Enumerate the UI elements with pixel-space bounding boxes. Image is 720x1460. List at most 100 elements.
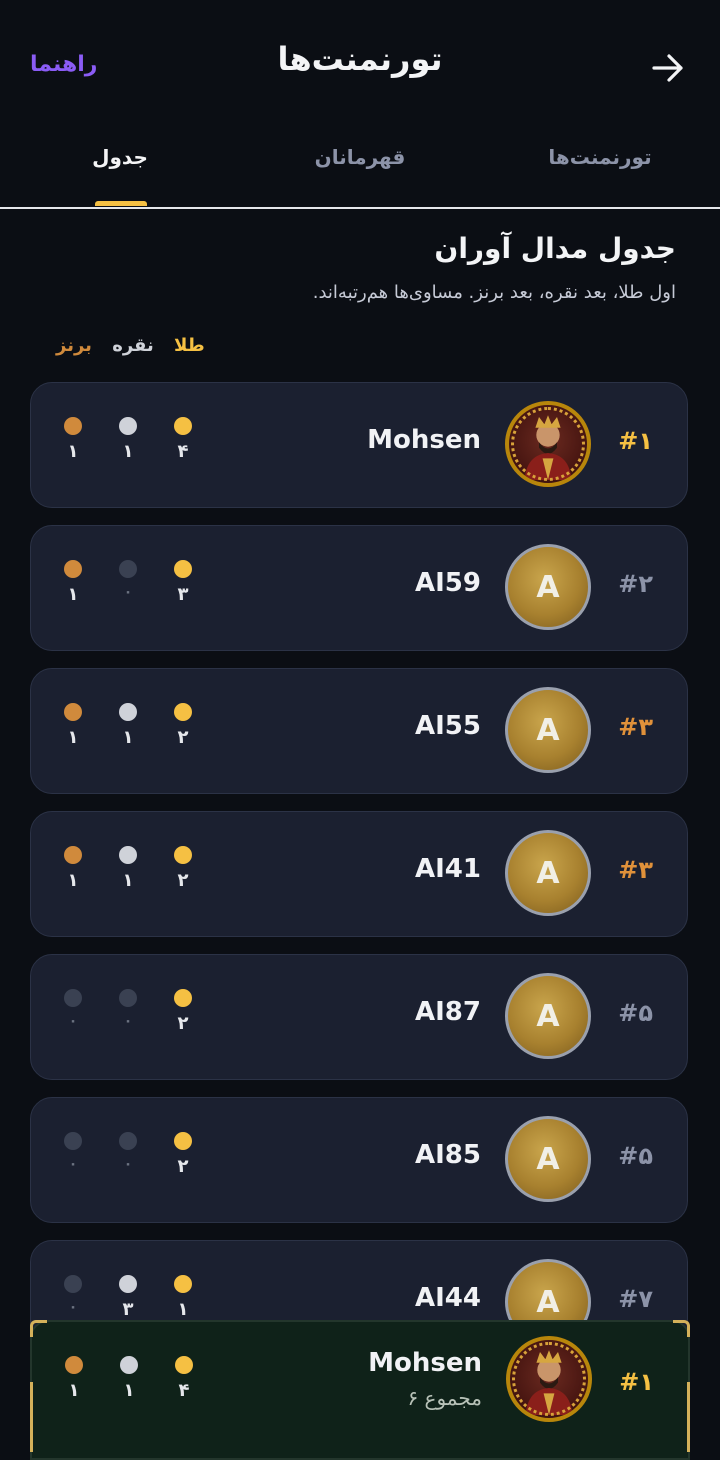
silver-medal-icon [119,703,137,721]
rank-label: #۳ [618,713,653,741]
leaderboard-row[interactable]: #۲ A AI59 ۱ ۰ ۳ [30,525,688,651]
silver-medal-icon [119,560,137,578]
gold-medal-icon [175,1356,193,1374]
silver-value: ۱ [122,727,134,748]
silver-count: ۱ [116,846,140,891]
silver-medal-icon [119,417,137,435]
gold-count: ۲ [171,703,195,748]
rank-label: #۱ [618,427,653,455]
avatar-letter: A [536,855,560,891]
medal-counts: ۱ ۱ ۲ [61,703,201,763]
section-subtitle: اول طلا، بعد نقره، بعد برنز. مساوی‌ها هم… [312,282,676,303]
leaderboard-row[interactable]: #۳ A AI55 ۱ ۱ ۲ [30,668,688,794]
bronze-value: ۱ [67,441,79,462]
silver-medal-icon [119,989,137,1007]
my-rank: #۱ [619,1368,654,1396]
gold-medal-icon [174,703,192,721]
bronze-medal-icon [64,1132,82,1150]
rank-label: #۵ [618,999,653,1027]
bronze-count: ۰ [61,989,85,1029]
player-name: AI41 [415,854,481,884]
legend-gold: طلا [174,335,205,356]
gold-count: ۴ [171,417,195,462]
frame-edge [30,1382,47,1452]
bronze-medal-icon [64,703,82,721]
gold-value: ۲ [177,1156,189,1177]
bronze-count: ۰ [61,1132,85,1172]
bronze-value: ۱ [67,584,79,605]
page-title: تورنمنت‌ها [277,40,443,78]
bronze-count: ۱ [61,703,85,748]
frame-corner [30,1320,47,1337]
silver-count: ۰ [116,560,140,600]
my-rank-card[interactable]: #۱ Mohsen مجموع ۶ ۱ ۱ ۴ [30,1320,690,1460]
my-avatar [506,1336,592,1422]
bronze-count: ۱ [61,560,85,605]
leaderboard-row[interactable]: #۱ Mohsen ۱ ۱ ۴ [30,382,688,508]
bronze-count: ۱ [61,417,85,462]
avatar-letter: A [536,712,560,748]
section-title: جدول مدال آوران [434,232,676,265]
avatar-letter: A [536,569,560,605]
leaderboard-row[interactable]: #۵ A AI87 ۰ ۰ ۲ [30,954,688,1080]
player-avatar: A [505,544,591,630]
bronze-count: ۱ [61,846,85,891]
leaderboard-row[interactable]: #۵ A AI85 ۰ ۰ ۲ [30,1097,688,1223]
silver-count: ۰ [116,1132,140,1172]
gold-value: ۲ [177,727,189,748]
silver-count: ۳ [116,1275,140,1320]
my-name: Mohsen [368,1348,482,1378]
gold-value: ۱ [177,1299,189,1320]
silver-count: ۱ [116,703,140,748]
bronze-medal-icon [65,1356,83,1374]
bronze-value: ۱ [67,727,79,748]
silver-value: ۳ [122,1299,134,1320]
bronze-count: ۱ [62,1356,86,1401]
back-arrow-icon[interactable] [650,50,686,86]
silver-value: ۱ [123,1380,135,1401]
gold-value: ۴ [178,1380,190,1401]
bronze-medal-icon [64,1275,82,1293]
player-name: AI59 [415,568,481,598]
gold-count: ۳ [171,560,195,605]
silver-value: ۰ [123,1013,133,1029]
bronze-medal-icon [64,989,82,1007]
avatar-letter: A [536,998,560,1034]
frame-edge [673,1382,690,1452]
rank-label: #۵ [618,1142,653,1170]
silver-count: ۱ [116,417,140,462]
player-name: AI87 [415,997,481,1027]
my-total: مجموع ۶ [407,1386,482,1410]
my-medal-counts: ۱ ۱ ۴ [62,1356,202,1416]
bronze-medal-icon [64,560,82,578]
legend-silver: نقره [112,335,154,356]
bronze-value: ۱ [67,870,79,891]
gold-medal-icon [174,417,192,435]
legend-bronze: برنز [56,335,92,356]
tab-champions[interactable]: قهرمانان [300,145,420,169]
medal-counts: ۱ ۱ ۴ [61,417,201,477]
player-avatar [505,401,591,487]
medal-legend: طلا نقره برنز [42,335,205,356]
gold-value: ۴ [177,441,189,462]
gold-medal-icon [174,989,192,1007]
gold-value: ۲ [177,870,189,891]
leaderboard-row[interactable]: #۳ A AI41 ۱ ۱ ۲ [30,811,688,937]
tab-table[interactable]: جدول [60,145,180,169]
tab-tournaments[interactable]: تورنمنت‌ها [540,145,660,169]
bronze-value: ۰ [68,1013,78,1029]
rank-label: #۲ [618,570,653,598]
gold-value: ۳ [177,584,189,605]
gold-count: ۴ [172,1356,196,1401]
king-portrait-icon [525,1350,573,1415]
gold-medal-icon [174,846,192,864]
bronze-value: ۰ [68,1299,78,1315]
top-bar: راهنما تورنمنت‌ها [0,0,720,130]
bronze-value: ۱ [68,1380,80,1401]
rank-label: #۷ [618,1285,653,1313]
active-tab-indicator [95,201,147,206]
gold-count: ۲ [171,989,195,1034]
player-name: AI55 [415,711,481,741]
avatar-letter: A [536,1141,560,1177]
medal-counts: ۰ ۰ ۲ [61,1132,201,1192]
